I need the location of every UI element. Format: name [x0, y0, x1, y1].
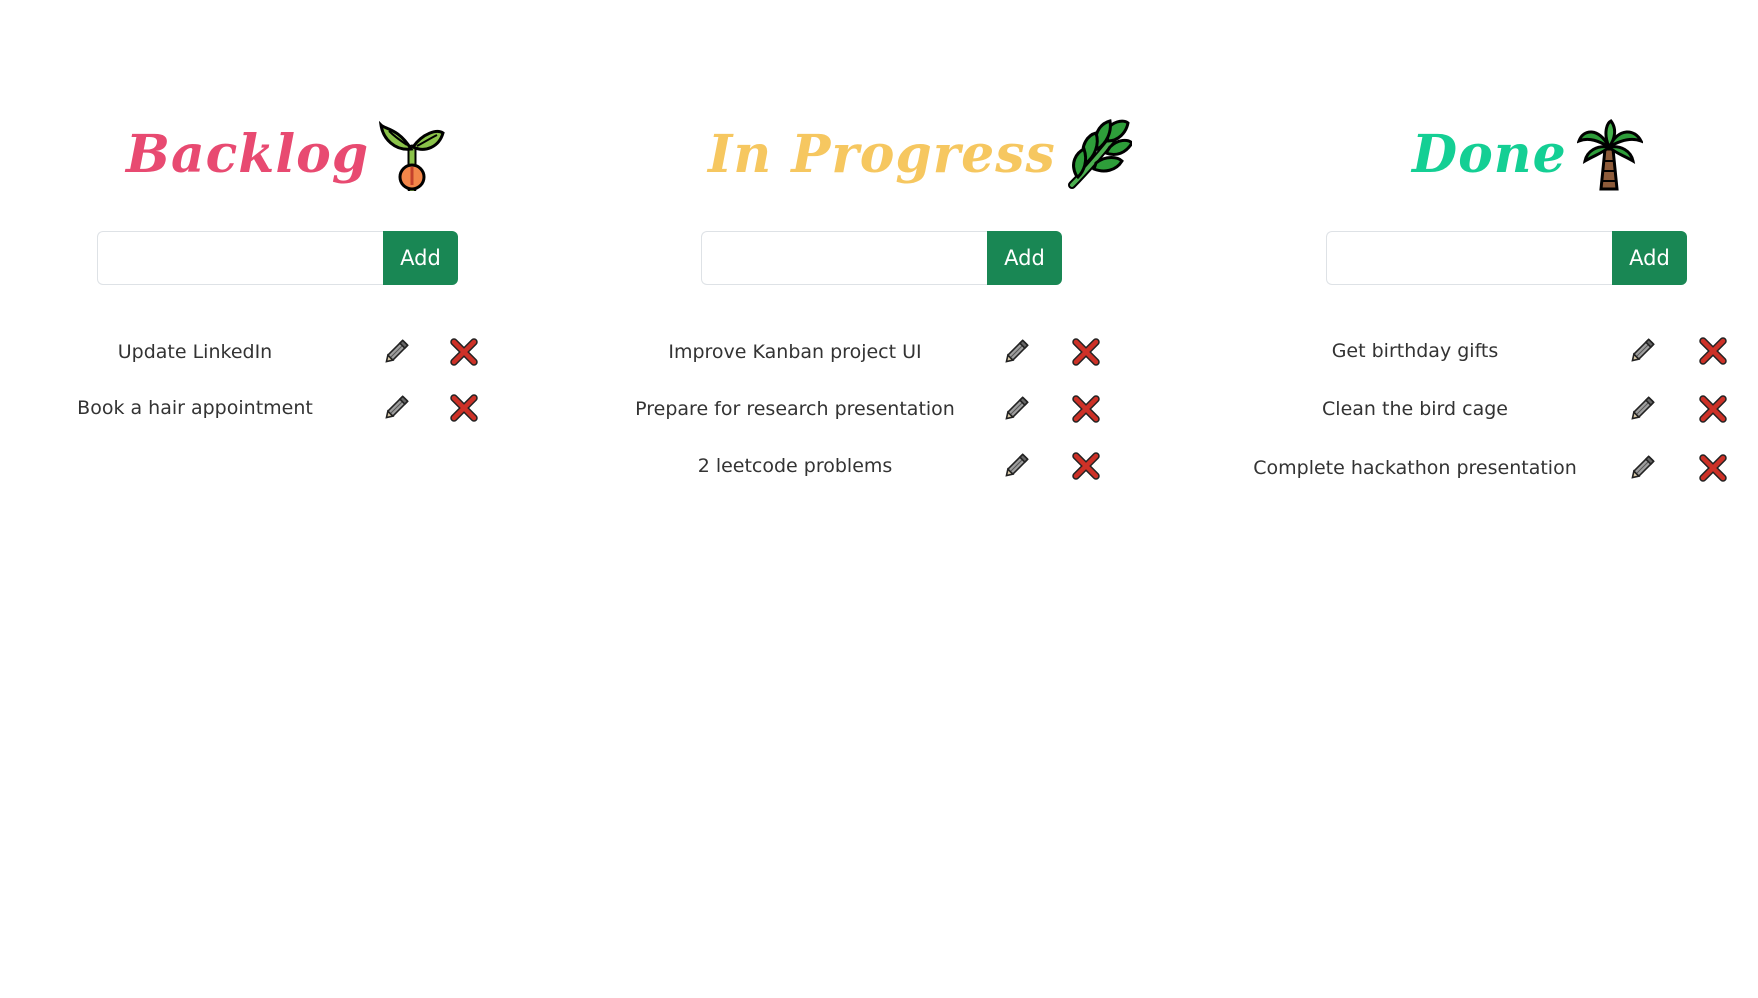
- task-text: Get birthday gifts: [1331, 340, 1499, 362]
- in-progress-header: In Progress: [708, 115, 1134, 195]
- pencil-icon[interactable]: [1002, 338, 1030, 366]
- cross-mark-icon[interactable]: [1699, 395, 1727, 423]
- done-task-input[interactable]: [1326, 231, 1612, 285]
- task-text: Prepare for research presentation: [635, 398, 955, 420]
- list-item: Improve Kanban project UI: [560, 332, 1180, 372]
- pencil-icon[interactable]: [1628, 454, 1656, 482]
- done-title: Done: [1412, 124, 1567, 185]
- task-text: 2 leetcode problems: [697, 455, 893, 477]
- cross-mark-icon[interactable]: [1072, 338, 1100, 366]
- seedling-icon: [379, 119, 445, 194]
- backlog-add-form: Add: [97, 231, 458, 285]
- done-header: Done: [1412, 115, 1644, 195]
- task-text: Improve Kanban project UI: [668, 341, 922, 363]
- done-column: Done Add Get birthday gifts Clean the bi…: [1180, 0, 1758, 998]
- pencil-icon[interactable]: [1002, 395, 1030, 423]
- list-item: Prepare for research presentation: [560, 389, 1180, 429]
- list-item: Clean the bird cage: [1180, 389, 1758, 429]
- herb-icon: [1066, 119, 1134, 191]
- in-progress-task-input[interactable]: [701, 231, 987, 285]
- cross-mark-icon[interactable]: [1072, 452, 1100, 480]
- pencil-icon[interactable]: [1002, 452, 1030, 480]
- list-item: Complete hackathon presentation: [1180, 448, 1758, 488]
- cross-mark-icon[interactable]: [450, 338, 478, 366]
- in-progress-add-form: Add: [701, 231, 1062, 285]
- in-progress-title: In Progress: [708, 124, 1056, 185]
- palm-tree-icon: [1576, 119, 1644, 191]
- pencil-icon[interactable]: [1628, 337, 1656, 365]
- backlog-task-input[interactable]: [97, 231, 383, 285]
- in-progress-add-button[interactable]: Add: [987, 231, 1062, 285]
- task-text: Clean the bird cage: [1322, 398, 1508, 420]
- cross-mark-icon[interactable]: [1699, 454, 1727, 482]
- list-item: Book a hair appointment: [0, 388, 560, 428]
- cross-mark-icon[interactable]: [450, 394, 478, 422]
- backlog-header: Backlog: [126, 115, 445, 195]
- done-add-form: Add: [1326, 231, 1687, 285]
- done-add-button[interactable]: Add: [1612, 231, 1687, 285]
- in-progress-column: In Progress Add Improve Kanban project U…: [560, 0, 1180, 998]
- pencil-icon[interactable]: [1628, 395, 1656, 423]
- pencil-icon[interactable]: [382, 338, 410, 366]
- list-item: 2 leetcode problems: [560, 446, 1180, 486]
- cross-mark-icon[interactable]: [1072, 395, 1100, 423]
- list-item: Get birthday gifts: [1180, 331, 1758, 371]
- backlog-title: Backlog: [126, 124, 370, 185]
- task-text: Update LinkedIn: [117, 341, 273, 363]
- cross-mark-icon[interactable]: [1699, 337, 1727, 365]
- task-text: Complete hackathon presentation: [1253, 457, 1577, 479]
- task-text: Book a hair appointment: [77, 397, 313, 419]
- backlog-column: Backlog Add Update LinkedIn Book a hair …: [0, 0, 560, 998]
- pencil-icon[interactable]: [382, 394, 410, 422]
- list-item: Update LinkedIn: [0, 332, 560, 372]
- backlog-add-button[interactable]: Add: [383, 231, 458, 285]
